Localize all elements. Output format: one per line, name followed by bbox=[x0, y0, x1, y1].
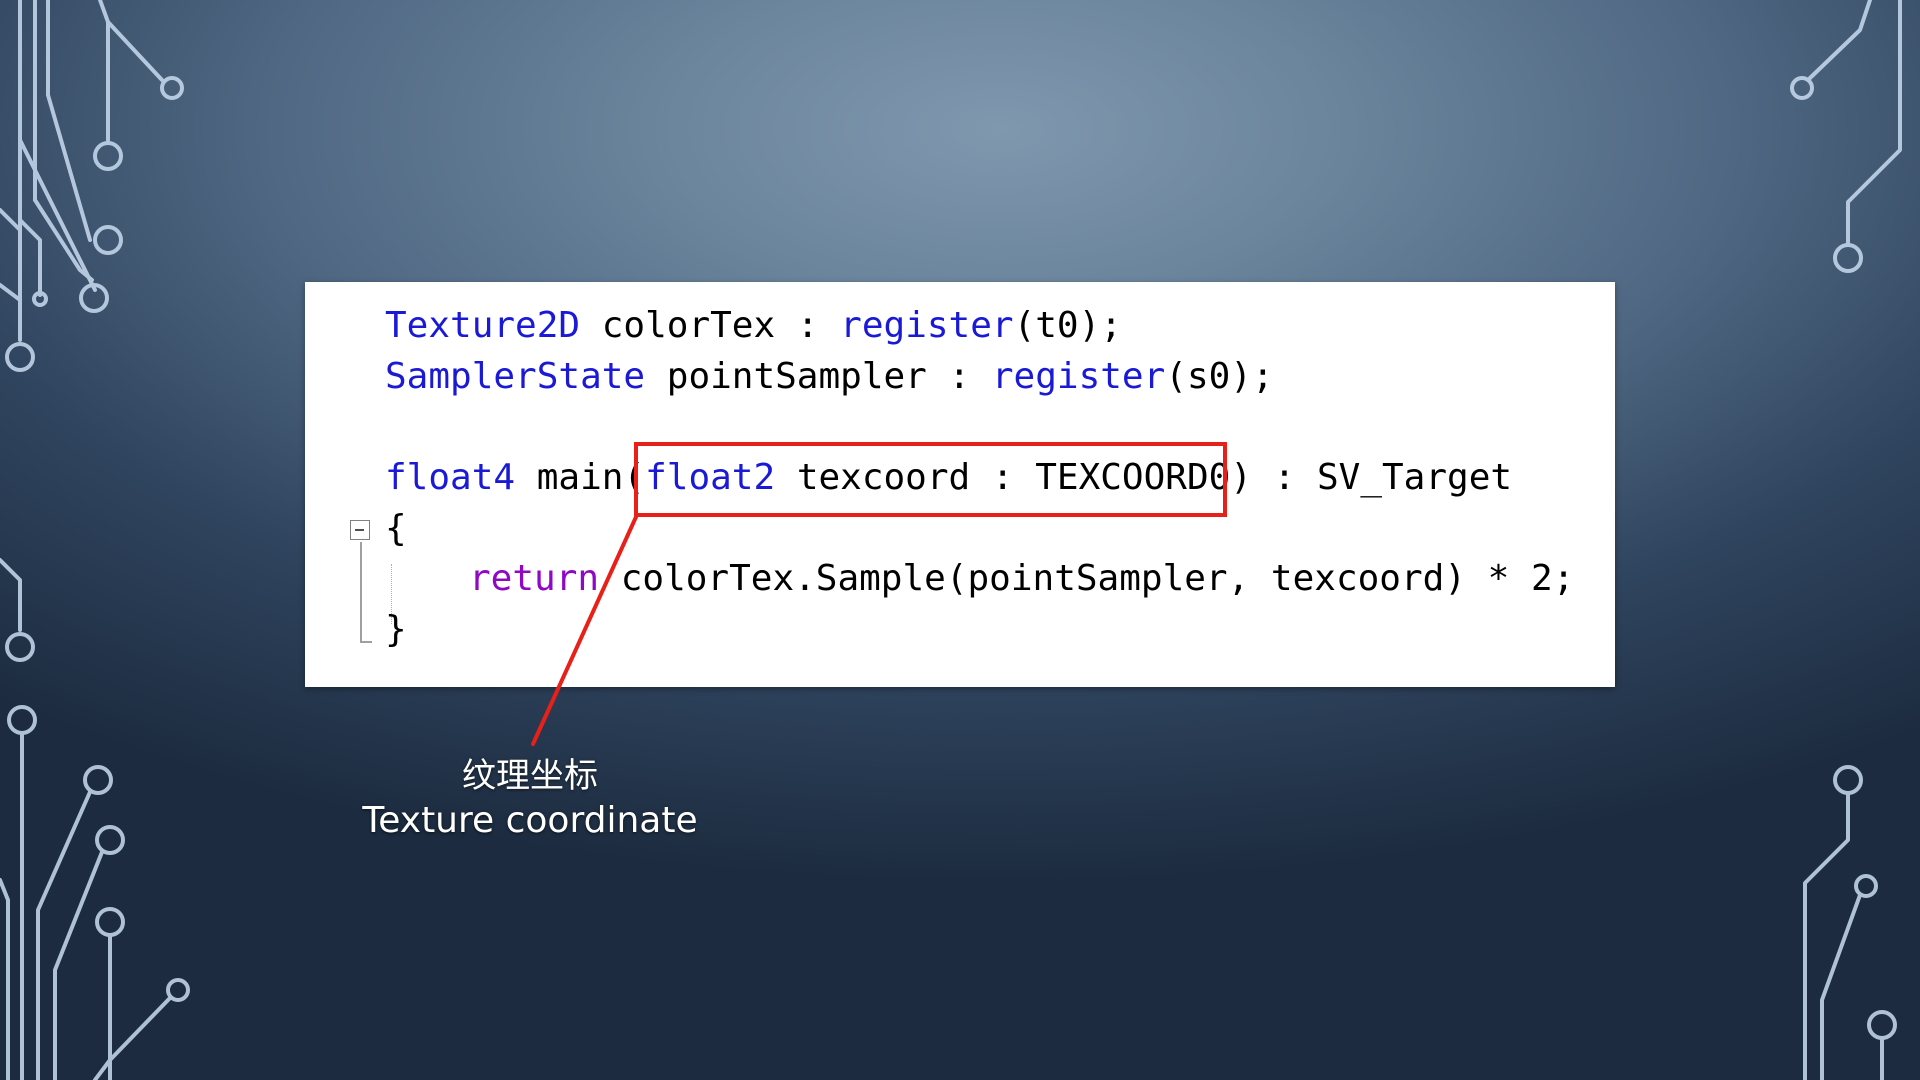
fold-guide-line bbox=[360, 542, 362, 642]
code-line-4: { bbox=[385, 504, 407, 554]
code-text: colorTex.Sample(pointSampler, texcoord) … bbox=[599, 558, 1575, 599]
code-text: main( bbox=[515, 457, 646, 498]
code-line-6: } bbox=[385, 605, 407, 655]
code-function-register: register bbox=[840, 305, 1014, 346]
collapse-minus-icon[interactable] bbox=[350, 520, 370, 540]
fold-guide-end bbox=[360, 641, 372, 643]
code-line-5: return colorTex.Sample(pointSampler, tex… bbox=[469, 554, 1574, 604]
code-keyword-return: return bbox=[469, 558, 600, 599]
close-brace: } bbox=[385, 609, 407, 650]
code-text: pointSampler : bbox=[645, 356, 992, 397]
code-type-texture2d: Texture2D bbox=[385, 305, 581, 346]
code-text: colorTex : bbox=[580, 305, 841, 346]
code-type-samplerstate: SamplerState bbox=[385, 356, 646, 397]
code-type-float4: float4 bbox=[385, 457, 516, 498]
code-line-2: SamplerState pointSampler : register(s0)… bbox=[385, 352, 1274, 402]
code-text: (t0); bbox=[1013, 305, 1122, 346]
annotation-label-chinese: 纹理坐标 bbox=[462, 756, 598, 796]
highlight-box bbox=[634, 442, 1227, 517]
open-brace: { bbox=[385, 508, 407, 549]
code-line-1: Texture2D colorTex : register(t0); bbox=[385, 301, 1122, 351]
code-text: (s0); bbox=[1165, 356, 1274, 397]
code-function-register: register bbox=[991, 356, 1166, 397]
annotation-label-english: Texture coordinate bbox=[362, 800, 698, 841]
